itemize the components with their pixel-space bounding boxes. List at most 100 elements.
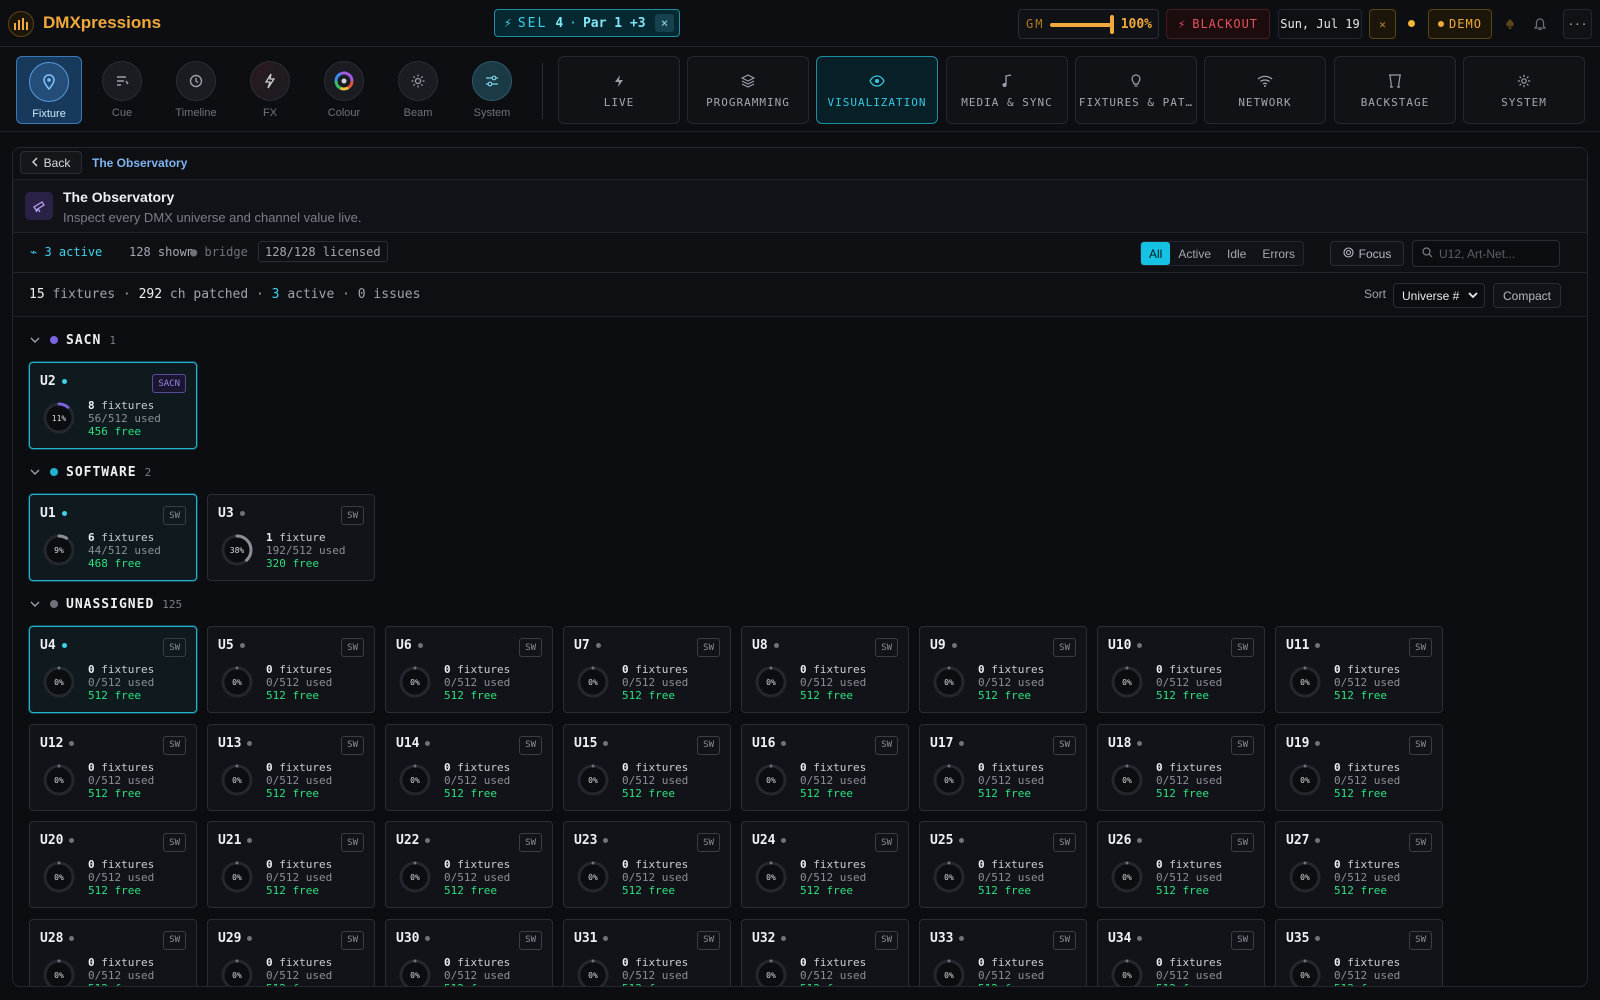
universe-card[interactable]: U23 SW 0% 0 fixtures 0/512 used 512 free [563, 821, 731, 908]
tool-fixture[interactable]: Fixture [16, 56, 82, 124]
universe-card[interactable]: U34 SW 0% 0 fixtures0/512 used512 free [1097, 918, 1265, 986]
group-header-unassigned[interactable]: UNASSIGNED 125 [30, 594, 182, 614]
universe-card[interactable]: U11 SW 0% 0 fixtures 0/512 used 512 free [1275, 626, 1443, 713]
tool-beam[interactable]: Beam [385, 56, 451, 124]
wand-icon[interactable]: ✕ [1369, 9, 1396, 39]
universe-card[interactable]: U26 SW 0% 0 fixtures 0/512 used 512 free [1097, 821, 1265, 908]
fixture-count-value: 0 [800, 955, 807, 969]
more-options-icon[interactable]: ··· [1563, 9, 1592, 39]
demo-dot [1438, 21, 1445, 27]
tool-timeline[interactable]: Timeline [163, 56, 229, 124]
universe-card[interactable]: U18 SW 0% 0 fixtures 0/512 used 512 free [1097, 723, 1265, 811]
spade-icon[interactable] [1500, 14, 1520, 34]
focus-button[interactable]: Focus [1330, 241, 1404, 266]
license-badge: 128/128 licensed [258, 241, 388, 262]
universe-card[interactable]: U21 SW 0% 0 fixtures 0/512 used 512 free [207, 821, 375, 908]
selection-chip[interactable]: ⚡ SEL 4 · Par 1 +3 × [494, 9, 680, 37]
universe-card[interactable]: U10 SW 0% 0 fixtures 0/512 used 512 free [1097, 626, 1265, 713]
nav-live[interactable]: LIVE [558, 56, 680, 124]
breadcrumb-current[interactable]: The Observatory [92, 156, 187, 170]
back-button[interactable]: Back [20, 151, 82, 174]
group-header-sacn[interactable]: SACN 1 [30, 330, 116, 350]
universe-card[interactable]: U31 SW 0% 0 fixtures0/512 used512 free [563, 918, 731, 986]
nav-backstage[interactable]: BACKSTAGE [1334, 56, 1456, 124]
filter-errors[interactable]: Errors [1254, 242, 1303, 265]
blackout-button[interactable]: ⚡ BLACKOUT [1166, 9, 1270, 39]
universe-card[interactable]: U15 SW 0% 0 fixtures 0/512 used 512 free [563, 723, 731, 811]
tool-cue[interactable]: Cue [89, 56, 155, 124]
universe-card[interactable]: U19 SW 0% 0 fixtures 0/512 used 512 free [1275, 723, 1443, 811]
universe-card[interactable]: U2 SACN 11% 8 fixtures 56/512 used 456 free [29, 362, 197, 449]
universe-card[interactable]: U29 SW 0% 0 fixtures0/512 used512 free [207, 918, 375, 986]
universe-id: U31 [574, 931, 609, 946]
nav-programming[interactable]: PROGRAMMING [687, 56, 809, 124]
universe-id-label: U2 [40, 374, 56, 389]
blackout-label: BLACKOUT [1192, 17, 1259, 31]
protocol-badge: SW [341, 735, 364, 755]
patch-summary: 15 fixtures · 292 ch patched · 3 active … [29, 287, 421, 302]
nav-fixtures-patch[interactable]: FIXTURES & PAT… [1075, 56, 1197, 124]
universe-card[interactable]: U32 SW 0% 0 fixtures0/512 used512 free [741, 918, 909, 986]
universe-card[interactable]: U17 SW 0% 0 fixtures 0/512 used 512 free [919, 723, 1087, 811]
fixture-count-label: fixture [279, 531, 326, 544]
protocol-badge: SW [163, 506, 186, 525]
fixture-count-label: fixtures [1169, 663, 1223, 676]
search-input[interactable] [1439, 245, 1554, 263]
universe-card[interactable]: U28 SW 0% 0 fixtures0/512 used512 free [29, 918, 197, 987]
clear-selection-button[interactable]: × [655, 14, 674, 32]
nav-network[interactable]: NETWORK [1204, 56, 1326, 124]
tool-system[interactable]: System [459, 56, 525, 124]
universe-card[interactable]: U22 SW 0% 0 fixtures 0/512 used 512 free [385, 821, 553, 908]
demo-badge[interactable]: DEMO [1428, 9, 1492, 39]
compact-toggle-button[interactable]: Compact [1493, 283, 1561, 308]
filter-all[interactable]: All [1141, 242, 1171, 265]
universe-id: U2 [40, 374, 67, 389]
universe-stats: 0 fixtures0/512 used512 free [88, 956, 154, 987]
tool-label: Fixture [32, 108, 66, 120]
grand-master-slider[interactable]: GM 100% [1018, 9, 1159, 39]
filter-idle[interactable]: Idle [1219, 242, 1254, 265]
grand-master-handle[interactable] [1110, 15, 1114, 34]
universe-card[interactable]: U33 SW 0% 0 fixtures0/512 used512 free [919, 918, 1087, 986]
channels-free: 512 free [1334, 982, 1400, 987]
layers-icon [741, 72, 755, 90]
universe-card[interactable]: U5 SW 0% 0 fixtures 0/512 used 512 free [207, 626, 375, 713]
usage-ring-fill [413, 861, 417, 865]
target-icon [1343, 246, 1354, 261]
tool-colour[interactable]: Colour [311, 56, 377, 124]
music-icon [1002, 72, 1012, 90]
universe-card[interactable]: U6 SW 0% 0 fixtures 0/512 used 512 free [385, 626, 553, 713]
universe-card[interactable]: U27 SW 0% 0 fixtures 0/512 used 512 free [1275, 821, 1443, 908]
universe-card[interactable]: U25 SW 0% 0 fixtures 0/512 used 512 free [919, 821, 1087, 908]
nav-system[interactable]: SYSTEM [1463, 56, 1585, 124]
fixture-count-label: fixtures [1347, 858, 1401, 871]
group-header-software[interactable]: SOFTWARE 2 [30, 462, 151, 482]
tool-fx[interactable]: FX [237, 56, 303, 124]
usage-percent: 0% [1300, 678, 1310, 687]
sort-select[interactable]: Universe # [1393, 283, 1485, 308]
fixture-count-label: fixtures [1169, 858, 1223, 871]
universe-status-dot [239, 511, 245, 516]
universe-card[interactable]: U20 SW 0% 0 fixtures 0/512 used 512 free [29, 821, 197, 908]
universe-card[interactable]: U30 SW 0% 0 fixtures0/512 used512 free [385, 918, 553, 987]
universe-card[interactable]: U24 SW 0% 0 fixtures 0/512 used 512 free [741, 821, 909, 908]
fixture-count-value: 0 [978, 663, 985, 676]
universe-card[interactable]: U1 SW 9% 6 fixtures 44/512 used 468 free [29, 494, 197, 581]
bell-icon[interactable] [1530, 14, 1550, 34]
universe-card[interactable]: U12 SW 0% 0 fixtures 0/512 used 512 free [29, 723, 197, 811]
nav-media-sync[interactable]: MEDIA & SYNC [946, 56, 1068, 124]
universe-card[interactable]: U14 SW 0% 0 fixtures 0/512 used 512 free [385, 723, 553, 811]
universe-card[interactable]: U4 SW 0% 0 fixtures 0/512 used 512 free [29, 626, 197, 713]
filter-active[interactable]: Active [1170, 242, 1219, 265]
universe-card[interactable]: U9 SW 0% 0 fixtures 0/512 used 512 free [919, 626, 1087, 713]
usage-percent: 0% [54, 678, 64, 687]
universe-card[interactable]: U7 SW 0% 0 fixtures 0/512 used 512 free [563, 626, 731, 713]
selection-count: 4 [555, 15, 564, 31]
universe-card[interactable]: U13 SW 0% 0 fixtures 0/512 used 512 free [207, 723, 375, 811]
universe-card[interactable]: U3 SW 38% 1 fixture 192/512 used 320 free [207, 494, 375, 581]
universe-card[interactable]: U35 SW 0% 0 fixtures0/512 used512 free [1275, 918, 1443, 987]
universe-card[interactable]: U8 SW 0% 0 fixtures 0/512 used 512 free [741, 626, 909, 713]
universe-card[interactable]: U16 SW 0% 0 fixtures 0/512 used 512 free [741, 723, 909, 811]
nav-visualization[interactable]: VISUALIZATION [816, 56, 938, 124]
universe-stats: 0 fixtures0/512 used512 free [444, 956, 510, 987]
